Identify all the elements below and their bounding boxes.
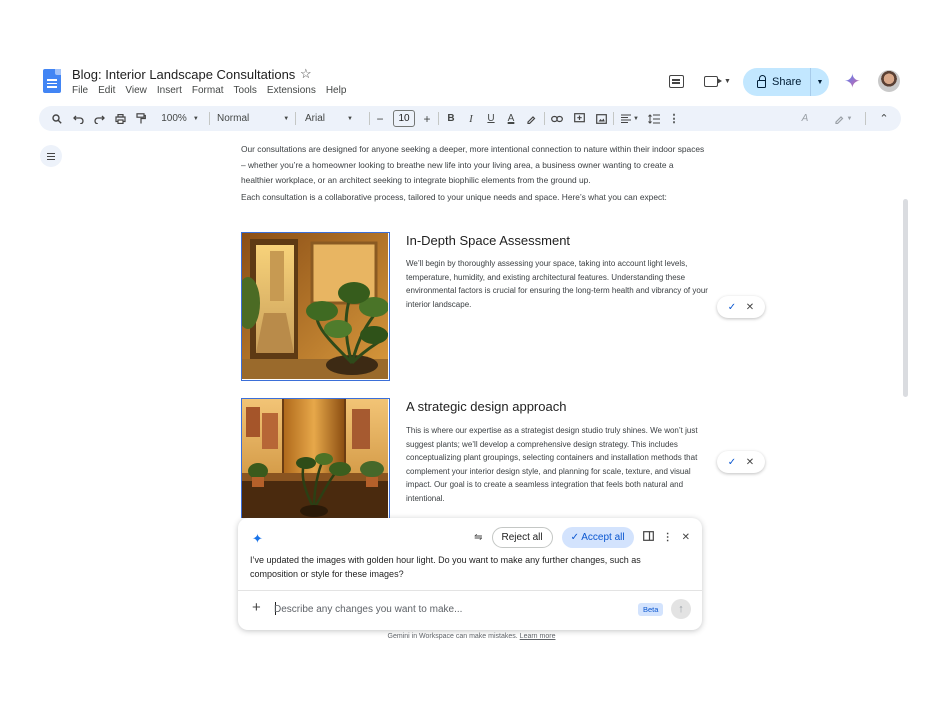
share-button: Share ▼ xyxy=(743,68,829,96)
chevron-down-icon[interactable]: ▼ xyxy=(724,78,731,85)
suggestion-actions: ✓ ✕ xyxy=(717,451,765,473)
accept-suggestion-icon[interactable]: ✓ xyxy=(728,302,736,313)
menu-extensions[interactable]: Extensions xyxy=(267,85,316,96)
decrease-font-size-button[interactable]: − xyxy=(374,106,386,131)
gemini-sparkle-icon: ✦ xyxy=(252,531,263,546)
document-outline-icon[interactable] xyxy=(40,145,62,167)
menu-view[interactable]: View xyxy=(125,85,147,96)
chevron-up-icon[interactable]: ⌃ xyxy=(877,106,891,131)
font-value: Arial xyxy=(305,113,326,124)
print-icon[interactable] xyxy=(113,106,127,131)
add-comment-icon[interactable] xyxy=(572,106,586,131)
accept-all-button[interactable]: ✓ Accept all xyxy=(561,527,634,548)
lock-icon xyxy=(757,75,766,88)
align-icon[interactable]: ▼ xyxy=(618,106,642,131)
underline-icon[interactable]: U xyxy=(485,106,497,131)
section-body-design[interactable]: This is where our expertise as a strateg… xyxy=(406,424,708,505)
font-size-field[interactable]: 10 xyxy=(391,106,417,131)
formatting-toolbar: 100% ▼ Normal ▼ Arial ▼ − 10 + B I U A ▼ ⋮ … xyxy=(39,106,901,131)
learn-more-link[interactable]: Learn more xyxy=(520,633,556,640)
gemini-message: I’ve updated the images with golden hour… xyxy=(250,555,641,579)
italic-icon[interactable]: I xyxy=(465,106,477,131)
prompt-input[interactable] xyxy=(274,600,624,618)
reject-suggestion-icon[interactable]: ✕ xyxy=(746,302,754,313)
highlight-icon[interactable] xyxy=(525,106,537,131)
more-vert-icon[interactable]: ⋮ xyxy=(663,532,673,543)
golden-hour-window-photo xyxy=(242,399,388,518)
share-label: Share xyxy=(772,76,802,88)
design-approach-image[interactable] xyxy=(241,398,390,518)
section-title-design[interactable]: A strategic design approach xyxy=(406,399,566,414)
menu-format[interactable]: Format xyxy=(192,85,224,96)
share-dropdown-button[interactable]: ▼ xyxy=(811,79,829,86)
style-select[interactable]: Normal ▼ xyxy=(217,106,289,131)
text-color-icon[interactable]: A xyxy=(505,106,517,131)
docs-logo-icon[interactable] xyxy=(43,69,61,93)
menu-help[interactable]: Help xyxy=(326,85,347,96)
font-select[interactable]: Arial ▼ xyxy=(305,106,363,131)
editing-mode-icon[interactable]: ▼ xyxy=(831,106,855,131)
redo-icon[interactable] xyxy=(92,106,106,131)
process-paragraph[interactable]: Each consultation is a collaborative pro… xyxy=(241,190,706,206)
menu-edit[interactable]: Edit xyxy=(98,85,115,96)
search-menus-icon[interactable] xyxy=(50,106,64,131)
menu-tools[interactable]: Tools xyxy=(234,85,257,96)
undo-icon[interactable] xyxy=(71,106,85,131)
send-icon[interactable]: ↑ xyxy=(671,599,691,619)
more-options-icon[interactable]: ⋮ xyxy=(669,106,680,131)
gemini-panel-actions: ⇋ Reject all ✓ Accept all ⋮ ✕ xyxy=(474,527,690,548)
zoom-value: 100% xyxy=(161,113,187,124)
insert-image-icon[interactable] xyxy=(594,106,608,131)
golden-hour-room-photo xyxy=(242,233,389,379)
font-size-value: 10 xyxy=(393,110,415,127)
zoom-select[interactable]: 100% ▼ xyxy=(155,106,205,131)
style-value: Normal xyxy=(217,113,250,124)
avatar[interactable] xyxy=(878,70,900,92)
disclaimer-text: Gemini in Workspace can make mistakes. xyxy=(387,633,518,640)
side-panel-icon[interactable] xyxy=(642,531,654,544)
section-body-assessment[interactable]: We’ll begin by thoroughly assessing your… xyxy=(406,257,708,311)
divider xyxy=(238,590,702,591)
insert-link-icon[interactable] xyxy=(550,106,564,131)
check-icon: ✓ xyxy=(570,532,582,543)
reject-all-button[interactable]: Reject all xyxy=(491,527,553,548)
vertical-scrollbar[interactable] xyxy=(903,199,908,397)
line-spacing-icon[interactable] xyxy=(646,106,662,131)
comments-icon[interactable] xyxy=(669,75,684,88)
gemini-panel: ✦ ⇋ Reject all ✓ Accept all ⋮ ✕ I’ve upd… xyxy=(238,518,702,630)
accept-all-label: Accept all xyxy=(581,532,625,543)
paint-format-icon[interactable] xyxy=(134,106,148,131)
menu-file[interactable]: File xyxy=(72,85,88,96)
increase-font-size-button[interactable]: + xyxy=(421,106,433,131)
reject-suggestion-icon[interactable]: ✕ xyxy=(746,457,754,468)
add-icon[interactable]: + xyxy=(252,599,261,616)
meet-icon[interactable] xyxy=(704,76,722,87)
gemini-icon[interactable]: ✦ xyxy=(844,72,861,92)
menu-bar: File Edit View Insert Format Tools Exten… xyxy=(72,85,346,96)
space-assessment-image[interactable] xyxy=(241,232,390,381)
compare-icon[interactable]: ⇋ xyxy=(474,532,482,543)
close-icon[interactable]: ✕ xyxy=(682,532,690,543)
menu-insert[interactable]: Insert xyxy=(157,85,182,96)
accept-suggestion-icon[interactable]: ✓ xyxy=(728,457,736,468)
bold-icon[interactable]: B xyxy=(445,106,457,131)
star-icon[interactable]: ☆ xyxy=(300,66,312,82)
beta-badge: Beta xyxy=(638,603,664,616)
intro-paragraph[interactable]: Our consultations are designed for anyon… xyxy=(241,142,706,189)
gemini-disclaimer: Gemini in Workspace can make mistakes. L… xyxy=(0,633,943,640)
spellcheck-icon[interactable]: A xyxy=(798,106,812,131)
document-title[interactable]: Blog: Interior Landscape Consultations xyxy=(72,67,295,82)
share-main-button[interactable]: Share xyxy=(743,68,811,96)
suggestion-actions: ✓ ✕ xyxy=(717,296,765,318)
section-title-assessment[interactable]: In-Depth Space Assessment xyxy=(406,233,570,248)
docs-header: Blog: Interior Landscape Consultations ☆… xyxy=(0,58,943,102)
